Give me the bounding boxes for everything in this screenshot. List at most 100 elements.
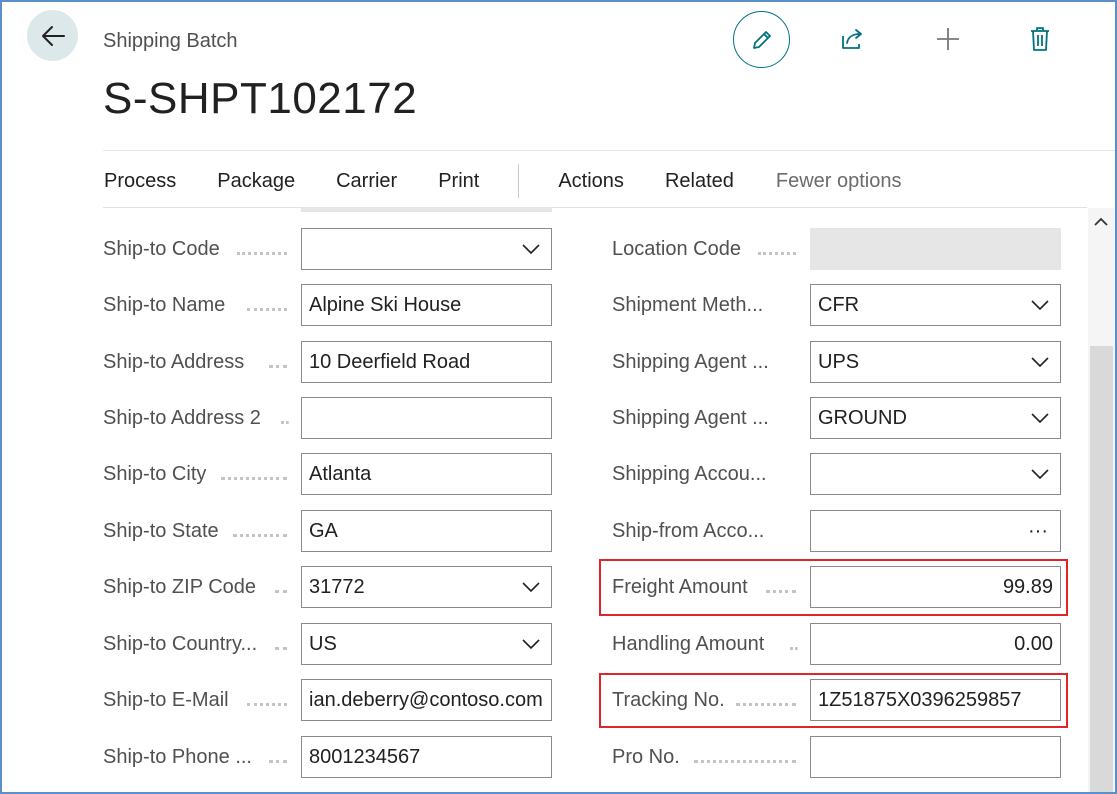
- field-ship-to-country: Ship-to Country... US: [103, 623, 552, 665]
- field-ship-to-address-2: Ship-to Address 2: [103, 397, 552, 439]
- handling-amount-input[interactable]: 0.00: [810, 623, 1061, 665]
- tracking-no-input[interactable]: 1Z51875X0396259857: [810, 679, 1061, 721]
- field-value: ian.deberry@contoso.com: [309, 689, 543, 711]
- leader-dots: [237, 252, 287, 255]
- field-label: Location Code: [612, 238, 741, 260]
- new-button[interactable]: [925, 16, 971, 62]
- field-location-code: Location Code: [612, 228, 1061, 270]
- field-ship-to-address: Ship-to Address 10 Deerfield Road: [103, 341, 552, 383]
- field-freight-amount: Freight Amount 99.89: [612, 566, 1061, 608]
- leader-dots: [766, 590, 796, 593]
- field-label: Ship-to Name: [103, 294, 226, 316]
- leader-dots: [790, 647, 798, 650]
- field-value: 10 Deerfield Road: [309, 351, 471, 373]
- ship-to-name-input[interactable]: Alpine Ski House: [301, 284, 552, 326]
- share-button[interactable]: [830, 16, 876, 62]
- action-carrier[interactable]: Carrier: [335, 170, 398, 193]
- scroll-up-button[interactable]: [1091, 212, 1111, 232]
- action-actions[interactable]: Actions: [557, 170, 625, 193]
- field-ship-from-account: Ship-from Acco... ···: [612, 510, 1061, 552]
- share-icon: [842, 29, 862, 49]
- field-value: CFR: [818, 294, 860, 316]
- leader-dots: [275, 647, 287, 650]
- edit-button[interactable]: [733, 11, 790, 68]
- leader-dots: [269, 365, 287, 368]
- action-bar-divider: [103, 207, 1087, 208]
- pro-no-input[interactable]: [810, 736, 1061, 778]
- leader-dots: [758, 252, 796, 255]
- leader-dots: [275, 590, 287, 593]
- chevron-down-icon[interactable]: [521, 579, 541, 595]
- shipping-agent-service-dropdown[interactable]: GROUND: [810, 397, 1061, 439]
- field-label: Ship-to Address 2: [103, 407, 261, 429]
- action-related[interactable]: Related: [664, 170, 735, 193]
- ship-to-state-input[interactable]: GA: [301, 510, 552, 552]
- field-ship-to-code: Ship-to Code: [103, 228, 552, 270]
- field-value: US: [309, 633, 337, 655]
- ship-to-address-input[interactable]: 10 Deerfield Road: [301, 341, 552, 383]
- field-shipping-account: Shipping Accou...: [612, 453, 1061, 495]
- lookup-ellipsis-icon[interactable]: ···: [1028, 511, 1048, 551]
- ship-to-address-2-input[interactable]: [301, 397, 552, 439]
- field-label: Ship-to Phone ...: [103, 746, 252, 768]
- leader-dots: [247, 308, 287, 311]
- field-value: Alpine Ski House: [309, 294, 462, 316]
- field-value: GROUND: [818, 407, 907, 429]
- field-value: 31772: [309, 576, 365, 598]
- field-ship-to-city: Ship-to City Atlanta: [103, 453, 552, 495]
- field-value: 8001234567: [309, 746, 421, 768]
- chevron-down-icon[interactable]: [1030, 297, 1050, 313]
- shipping-agent-dropdown[interactable]: UPS: [810, 341, 1061, 383]
- chevron-down-icon[interactable]: [1030, 466, 1050, 482]
- field-label: Shipping Agent ...: [612, 407, 769, 429]
- leader-dots: [247, 703, 287, 706]
- field-label: Ship-from Acco...: [612, 520, 765, 542]
- ship-to-email-input[interactable]: ian.deberry@contoso.com: [301, 679, 552, 721]
- page-title: S-SHPT102172: [103, 74, 418, 123]
- ship-to-code-dropdown[interactable]: [301, 228, 552, 270]
- action-bar: Process Package Carrier Print Actions Re…: [103, 162, 903, 200]
- ship-to-zip-code-dropdown[interactable]: 31772: [301, 566, 552, 608]
- header-divider: [103, 150, 1117, 151]
- leader-dots: [221, 477, 287, 480]
- trash-icon: [1031, 27, 1049, 51]
- action-package[interactable]: Package: [216, 170, 296, 193]
- field-label: Ship-to ZIP Code: [103, 576, 257, 598]
- field-value: Atlanta: [309, 463, 372, 485]
- chevron-down-icon[interactable]: [1030, 354, 1050, 370]
- field-value: 0.00: [1014, 633, 1053, 655]
- field-value: UPS: [818, 351, 860, 373]
- action-print[interactable]: Print: [437, 170, 480, 193]
- delete-button[interactable]: [1017, 16, 1063, 62]
- field-tracking-no: Tracking No. 1Z51875X0396259857: [612, 679, 1061, 721]
- chevron-down-icon[interactable]: [521, 636, 541, 652]
- field-label: Shipping Accou...: [612, 463, 767, 485]
- field-value: GA: [309, 520, 338, 542]
- freight-amount-input[interactable]: 99.89: [810, 566, 1061, 608]
- ship-from-account-lookup[interactable]: ···: [810, 510, 1061, 552]
- back-button[interactable]: [27, 10, 78, 61]
- field-label: Ship-to E-Mail: [103, 689, 229, 711]
- action-process[interactable]: Process: [103, 170, 177, 193]
- field-shipping-agent-service: Shipping Agent ... GROUND: [612, 397, 1061, 439]
- chevron-down-icon[interactable]: [1030, 410, 1050, 426]
- shipping-account-dropdown[interactable]: [810, 453, 1061, 495]
- scrollbar-thumb[interactable]: [1090, 346, 1113, 792]
- location-code-readonly: [810, 228, 1061, 270]
- leader-dots: [281, 421, 289, 424]
- field-shipping-agent: Shipping Agent ... UPS: [612, 341, 1061, 383]
- chevron-down-icon[interactable]: [521, 241, 541, 257]
- ship-to-phone-input[interactable]: 8001234567: [301, 736, 552, 778]
- ship-to-city-input[interactable]: Atlanta: [301, 453, 552, 495]
- ship-to-country-dropdown[interactable]: US: [301, 623, 552, 665]
- field-label: Tracking No.: [612, 689, 725, 711]
- field-label: Ship-to State: [103, 520, 219, 542]
- field-shipment-method: Shipment Meth... CFR: [612, 284, 1061, 326]
- page-caption: Shipping Batch: [103, 30, 238, 52]
- leader-dots: [233, 534, 287, 537]
- field-label: Freight Amount: [612, 576, 748, 598]
- shipment-method-dropdown[interactable]: CFR: [810, 284, 1061, 326]
- action-fewer-options[interactable]: Fewer options: [775, 170, 903, 193]
- field-pro-no: Pro No.: [612, 736, 1061, 778]
- field-label: Ship-to Country...: [103, 633, 258, 655]
